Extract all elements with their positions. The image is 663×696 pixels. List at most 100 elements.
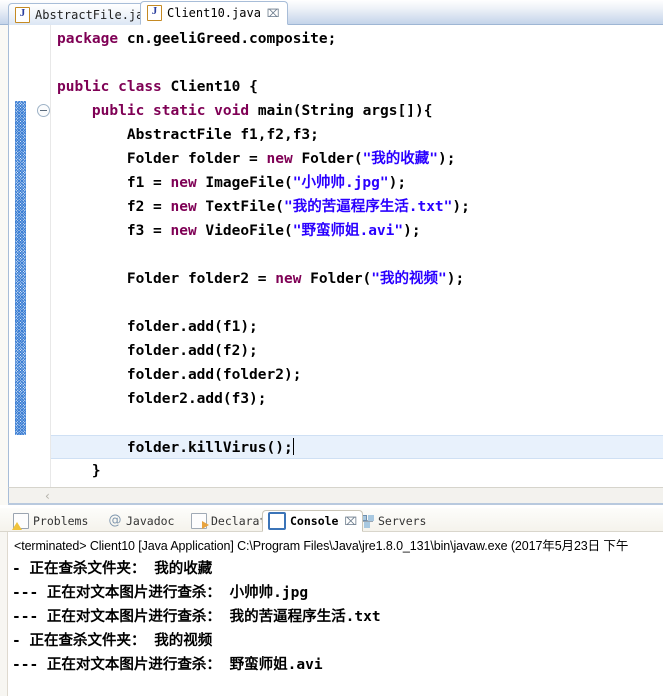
- code-token: f3 =: [57, 223, 171, 239]
- close-icon[interactable]: ⌧: [267, 7, 280, 20]
- keyword-token: new: [170, 175, 197, 191]
- code-line: Folder folder = new Folder("我的收藏");: [51, 147, 663, 171]
- tab-label: Servers: [378, 514, 427, 528]
- editor-part: AbstractFile.java Client10.java ⌧ packag…: [0, 0, 663, 505]
- code-line: AbstractFile f1,f2,f3;: [51, 123, 663, 147]
- console-icon: [268, 512, 286, 530]
- code-token: Folder folder2 =: [57, 271, 276, 287]
- code-token: Folder(: [301, 271, 372, 287]
- tab-label: Javadoc: [126, 514, 175, 528]
- editor-gutter[interactable]: [9, 25, 50, 487]
- code-token: );: [388, 175, 407, 191]
- code-token: VideoFile(: [196, 223, 293, 239]
- string-literal-token: "我的视频": [371, 271, 447, 287]
- code-token: AbstractFile f1,f2,f3;: [57, 127, 319, 143]
- console-output-line: - 正在查杀文件夹： 我的视频: [12, 633, 213, 649]
- code-token: );: [438, 151, 456, 167]
- launch-status-line: <terminated> Client10 [Java Application]…: [14, 539, 629, 553]
- code-token: folder.add(f1);: [57, 319, 258, 335]
- code-line: package cn.geeliGreed.composite;: [51, 27, 663, 51]
- code-line: public class Client10 {: [51, 75, 663, 99]
- keyword-token: package: [57, 31, 119, 47]
- code-token: main(String args[]){: [249, 103, 433, 119]
- code-token: folder.add(folder2);: [57, 367, 302, 383]
- keyword-token: new: [170, 223, 197, 239]
- editor-tab-bar: AbstractFile.java Client10.java ⌧: [0, 0, 663, 25]
- code-line: folder.add(f2);: [51, 339, 663, 363]
- code-line: folder.add(f1);: [51, 315, 663, 339]
- editor-bottom-divider: [8, 503, 663, 505]
- tab-javadoc[interactable]: @ Javadoc: [103, 510, 179, 532]
- code-token: f2 =: [57, 199, 171, 215]
- code-line: }: [51, 459, 663, 483]
- java-file-icon: [147, 5, 162, 21]
- string-literal-token: "野蛮师姐.avi": [292, 223, 404, 239]
- console-output-line: - 正在查杀文件夹： 我的收藏: [12, 561, 213, 577]
- code-token: cn.geeliGreed.composite;: [118, 31, 337, 47]
- code-token: );: [452, 199, 470, 215]
- annotation-bar: [15, 101, 26, 435]
- string-literal-token: "我的苦逼程序生活.txt": [284, 199, 453, 215]
- keyword-token: public: [57, 79, 110, 95]
- code-token: TextFile(: [196, 199, 285, 215]
- code-line: folder.add(folder2);: [51, 363, 663, 387]
- tab-servers[interactable]: Servers: [355, 510, 431, 532]
- code-line: folder2.add(f3);: [51, 387, 663, 411]
- code-token: Client10 {: [161, 79, 258, 95]
- code-line: Folder folder2 = new Folder("我的视频");: [51, 267, 663, 291]
- tab-problems[interactable]: Problems: [8, 510, 93, 532]
- code-token: folder2.add(f3);: [57, 391, 267, 407]
- console-output-text: - 正在查杀文件夹： 我的收藏 --- 正在对文本图片进行查杀： 小帅帅.jpg -…: [12, 557, 663, 696]
- java-file-icon: [15, 6, 30, 23]
- tab-label: Problems: [33, 514, 89, 528]
- code-token: }: [57, 463, 101, 479]
- code-editor[interactable]: package cn.geeliGreed.composite; public c…: [8, 25, 663, 487]
- keyword-token: public: [91, 103, 145, 119]
- scroll-left-icon[interactable]: ‹: [45, 489, 50, 503]
- problems-icon: [12, 513, 29, 530]
- javadoc-icon: @: [108, 513, 122, 528]
- console-output-panel[interactable]: <terminated> Client10 [Java Application]…: [0, 532, 663, 696]
- collapse-fold-icon[interactable]: [37, 104, 50, 117]
- string-literal-token: "小帅帅.jpg": [292, 175, 389, 191]
- keyword-token: void: [214, 103, 250, 119]
- keyword-token: new: [266, 151, 293, 167]
- declaration-icon: [191, 513, 209, 529]
- editor-tab-label: Client10.java: [167, 6, 261, 20]
- code-line: f1 = new ImageFile("小帅帅.jpg");: [51, 171, 663, 195]
- editor-horizontal-scrollbar[interactable]: ‹: [8, 487, 663, 503]
- keyword-token: class: [118, 79, 162, 95]
- code-token: Folder folder =: [57, 151, 267, 167]
- text-cursor: [292, 438, 294, 455]
- code-token: );: [403, 223, 421, 239]
- code-line: folder.killVirus();: [51, 435, 663, 459]
- console-output-line: --- 正在对文本图片进行查杀： 小帅帅.jpg: [12, 585, 309, 601]
- keyword-token: new: [170, 199, 197, 215]
- editor-tab-client10[interactable]: Client10.java ⌧: [140, 1, 288, 25]
- string-literal-token: "我的收藏": [362, 151, 439, 167]
- tab-console[interactable]: Console ⌧: [262, 510, 364, 532]
- keyword-token: static: [153, 103, 206, 119]
- code-token: folder.killVirus();: [57, 440, 293, 456]
- code-line: f2 = new TextFile("我的苦逼程序生活.txt");: [51, 195, 663, 219]
- code-token: Folder(: [292, 151, 363, 167]
- code-token: ImageFile(: [196, 175, 293, 191]
- code-line: public static void main(String args[]){: [51, 99, 663, 123]
- code-token: f1 =: [57, 175, 171, 191]
- console-tab-bar: Problems @ Javadoc Declaration Console ⌧…: [0, 508, 663, 532]
- code-line: f3 = new VideoFile("野蛮师姐.avi");: [51, 219, 663, 243]
- close-icon[interactable]: ⌧: [344, 515, 357, 528]
- code-token: );: [446, 271, 465, 287]
- tab-label: Console: [290, 514, 339, 528]
- code-text-area[interactable]: package cn.geeliGreed.composite; public c…: [51, 27, 663, 487]
- keyword-token: new: [275, 271, 302, 287]
- console-left-rail: [0, 532, 8, 696]
